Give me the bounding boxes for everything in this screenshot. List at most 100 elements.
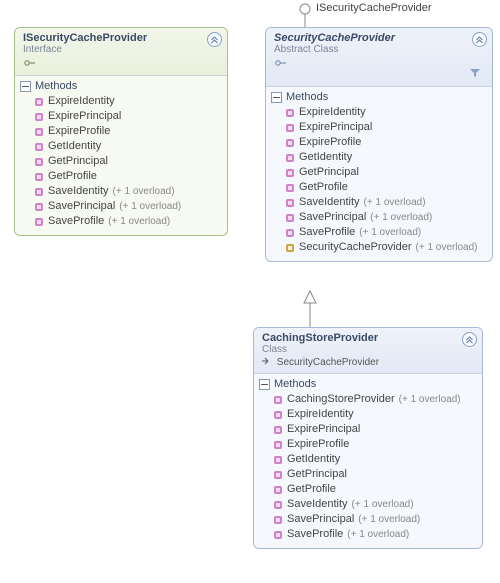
method-item[interactable]: CachingStoreProvider (+ 1 overload) (273, 392, 477, 407)
class-stereotype: Interface (23, 44, 221, 55)
method-item[interactable]: SaveProfile (+ 1 overload) (273, 527, 477, 542)
class-title: ISecurityCacheProvider (23, 32, 221, 44)
method-name: SaveIdentity (299, 196, 360, 209)
method-item[interactable]: ExpireProfile (285, 135, 487, 150)
method-icon (34, 217, 44, 227)
method-name: SaveProfile (287, 528, 343, 541)
method-item[interactable]: SavePrincipal (+ 1 overload) (273, 512, 477, 527)
collapse-toggle-icon[interactable] (462, 332, 477, 347)
method-name: GetPrincipal (287, 468, 347, 481)
method-item[interactable]: ExpirePrincipal (273, 422, 477, 437)
class-cachingstoreprovider[interactable]: CachingStoreProvider Class SecurityCache… (253, 327, 483, 549)
inherits-label: SecurityCacheProvider (277, 357, 379, 368)
method-item[interactable]: ExpirePrincipal (34, 109, 222, 124)
method-name: SaveIdentity (48, 185, 109, 198)
method-icon (273, 470, 283, 480)
method-name: ExpireProfile (299, 136, 361, 149)
method-item[interactable]: GetProfile (273, 482, 477, 497)
method-icon (273, 455, 283, 465)
method-item[interactable]: GetProfile (285, 180, 487, 195)
method-name: ExpireIdentity (287, 408, 354, 421)
method-item[interactable]: SaveIdentity (+ 1 overload) (285, 195, 487, 210)
method-item[interactable]: GetIdentity (273, 452, 477, 467)
overload-note: (+ 1 overload) (113, 185, 175, 198)
method-item[interactable]: SavePrincipal (+ 1 overload) (34, 199, 222, 214)
method-icon (285, 138, 295, 148)
method-name: GetPrincipal (48, 155, 108, 168)
method-item[interactable]: ExpireIdentity (273, 407, 477, 422)
class-title: CachingStoreProvider (262, 332, 476, 344)
method-item[interactable]: SaveProfile (+ 1 overload) (285, 225, 487, 240)
method-item[interactable]: ExpireProfile (34, 124, 222, 139)
section-toggle-icon[interactable] (259, 379, 270, 390)
method-name: SaveProfile (299, 226, 355, 239)
method-name: GetProfile (287, 483, 336, 496)
methods-list: ExpireIdentity ExpirePrincipal ExpireProfi… (20, 94, 222, 229)
overload-note: (+ 1 overload) (359, 226, 421, 239)
method-item[interactable]: SaveIdentity (+ 1 overload) (34, 184, 222, 199)
overload-note: (+ 1 overload) (370, 211, 432, 224)
method-item[interactable]: ExpireProfile (273, 437, 477, 452)
overload-note: (+ 1 overload) (358, 513, 420, 526)
class-title: SecurityCacheProvider (274, 32, 486, 44)
filter-icon[interactable] (274, 68, 486, 81)
method-icon (285, 123, 295, 133)
method-item[interactable]: ExpireIdentity (285, 105, 487, 120)
method-item[interactable]: SecurityCacheProvider (+ 1 overload) (285, 240, 487, 255)
method-icon (273, 440, 283, 450)
method-name: SavePrincipal (48, 200, 115, 213)
section-methods-label: Methods (286, 91, 328, 103)
method-item[interactable]: GetProfile (34, 169, 222, 184)
section-toggle-icon[interactable] (271, 92, 282, 103)
overload-note: (+ 1 overload) (416, 241, 478, 254)
method-icon (34, 112, 44, 122)
method-item[interactable]: GetIdentity (285, 150, 487, 165)
method-icon (273, 500, 283, 510)
lollipop-interface-label: ISecurityCacheProvider (316, 2, 432, 14)
method-name: ExpirePrincipal (299, 121, 372, 134)
method-name: GetIdentity (48, 140, 101, 153)
method-name: ExpireProfile (48, 125, 110, 138)
method-name: GetIdentity (287, 453, 340, 466)
method-icon (273, 515, 283, 525)
method-icon (285, 228, 295, 238)
method-name: ExpirePrincipal (287, 423, 360, 436)
method-name: ExpireIdentity (48, 95, 115, 108)
method-item[interactable]: SaveProfile (+ 1 overload) (34, 214, 222, 229)
method-name: ExpirePrincipal (48, 110, 121, 123)
method-icon (273, 410, 283, 420)
method-item[interactable]: GetPrincipal (273, 467, 477, 482)
method-item[interactable]: ExpireIdentity (34, 94, 222, 109)
class-securitycacheprovider[interactable]: SecurityCacheProvider Abstract Class Met… (265, 27, 493, 262)
method-item[interactable]: SavePrincipal (+ 1 overload) (285, 210, 487, 225)
class-isecuritycacheprovider[interactable]: ISecurityCacheProvider Interface Methods… (14, 27, 228, 236)
class-stereotype: Class (262, 344, 476, 355)
method-icon (34, 202, 44, 212)
overload-note: (+ 1 overload) (364, 196, 426, 209)
collapse-toggle-icon[interactable] (207, 32, 222, 47)
method-icon (34, 127, 44, 137)
method-item[interactable]: GetPrincipal (34, 154, 222, 169)
method-item[interactable]: GetIdentity (34, 139, 222, 154)
method-item[interactable]: SaveIdentity (+ 1 overload) (273, 497, 477, 512)
methods-list: CachingStoreProvider (+ 1 overload)Expir… (259, 392, 477, 542)
lollipop-glyph-icon (23, 58, 221, 70)
method-icon (273, 425, 283, 435)
overload-note: (+ 1 overload) (347, 528, 409, 541)
method-name: GetIdentity (299, 151, 352, 164)
method-name: SavePrincipal (287, 513, 354, 526)
method-name: ExpireProfile (287, 438, 349, 451)
method-item[interactable]: ExpirePrincipal (285, 120, 487, 135)
overload-note: (+ 1 overload) (399, 393, 461, 406)
method-icon (285, 108, 295, 118)
constructor-icon (285, 243, 295, 253)
section-toggle-icon[interactable] (20, 81, 31, 92)
method-icon (285, 153, 295, 163)
method-item[interactable]: GetPrincipal (285, 165, 487, 180)
collapse-toggle-icon[interactable] (472, 32, 487, 47)
method-name: GetPrincipal (299, 166, 359, 179)
overload-note: (+ 1 overload) (108, 215, 170, 228)
method-name: SavePrincipal (299, 211, 366, 224)
method-name: SaveIdentity (287, 498, 348, 511)
method-icon (34, 187, 44, 197)
